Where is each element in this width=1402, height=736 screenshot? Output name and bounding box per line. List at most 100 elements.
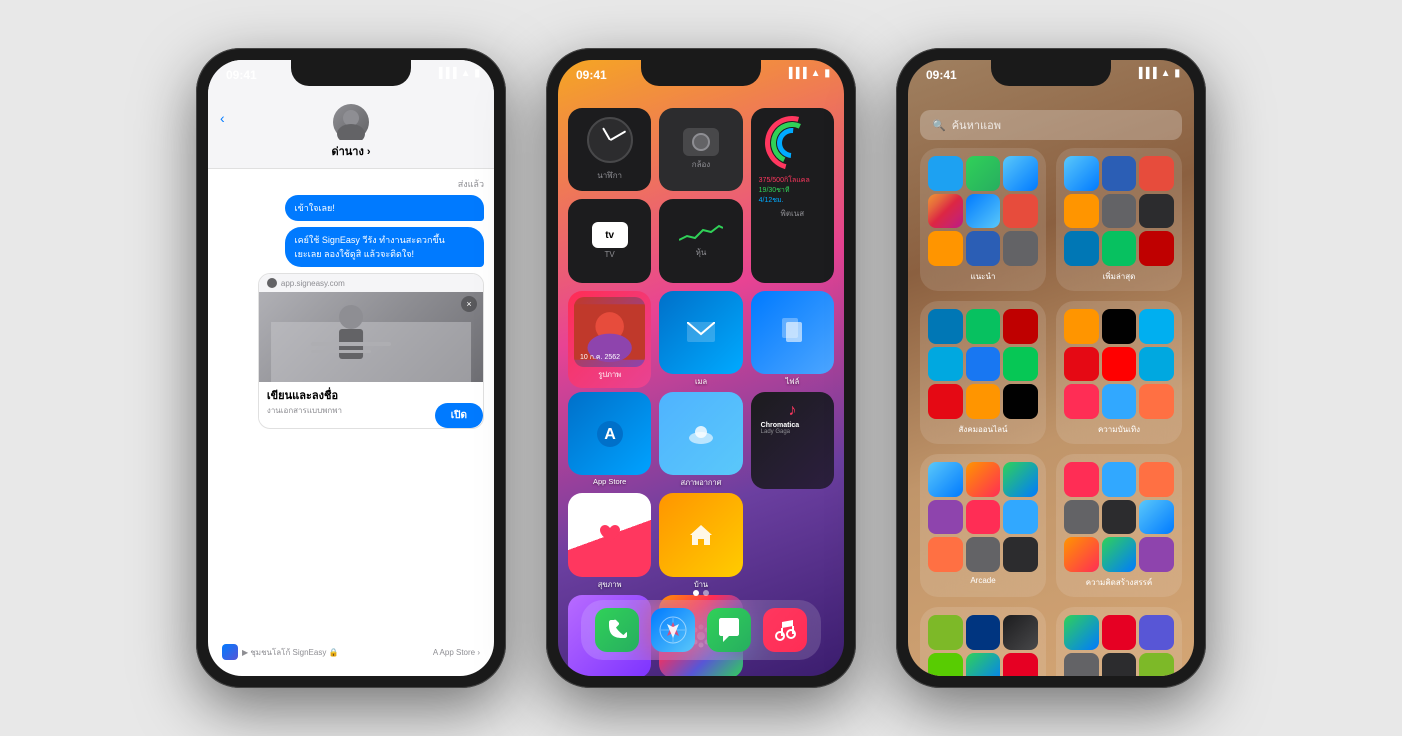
- search-bar[interactable]: 🔍 ค้นหาแอพ: [920, 110, 1182, 140]
- folder-entertainment[interactable]: ความบันเทิง: [1056, 301, 1182, 444]
- app-mini-panda2: [1139, 156, 1174, 191]
- home-label: บ้าน: [694, 579, 708, 591]
- music-widget[interactable]: ♪ Chromatica Lady Gaga: [751, 392, 834, 489]
- home-app[interactable]: บ้าน: [659, 493, 742, 590]
- app-mini-lr4: [1102, 384, 1137, 419]
- app-mini-pinterest7: [1003, 653, 1038, 676]
- contact-name: ด่านาง ›: [220, 142, 482, 160]
- phone-1: 09:41 ▐▐▐ ▲ ▮ ‹ ด่านาง › ส่งแล้ว เข้าใจเ…: [196, 48, 506, 688]
- dock-safari[interactable]: [651, 608, 695, 652]
- app-mini-messages: [966, 156, 1001, 191]
- folder-apps-6: [1064, 462, 1174, 572]
- search-placeholder: ค้นหาแอพ: [952, 116, 1001, 134]
- stocks-chart: [679, 222, 723, 244]
- exercise-stat: 19/30ชาที: [759, 186, 826, 196]
- app-mini-dark6: [1102, 500, 1137, 535]
- appstore-label: App Store: [593, 477, 626, 486]
- app-mini-dark8: [1102, 653, 1137, 676]
- phone-1-screen: 09:41 ▐▐▐ ▲ ▮ ‹ ด่านาง › ส่งแล้ว เข้าใจเ…: [208, 60, 494, 676]
- dot-1: [693, 590, 699, 596]
- wifi-icon-3: ▲: [1161, 68, 1171, 79]
- folder-name-3: สังคมออนไลน์: [928, 423, 1038, 436]
- folder-arcade[interactable]: Arcade: [920, 454, 1046, 597]
- dock-messages[interactable]: [707, 608, 751, 652]
- app-mini-maps7: [966, 653, 1001, 676]
- app-mini-line3: [1003, 347, 1038, 382]
- clock-widget[interactable]: นาฬิกา: [568, 108, 651, 191]
- status-time-1: 09:41: [226, 68, 257, 82]
- files-app[interactable]: ไฟล์: [751, 291, 834, 388]
- app-mini-dark2: [1139, 194, 1174, 229]
- tv-logo: tv: [592, 222, 628, 248]
- back-button[interactable]: ‹: [220, 110, 225, 126]
- app-mini-video5: [966, 500, 1001, 535]
- wifi-icon: ▲: [461, 68, 471, 79]
- weather-app[interactable]: สภาพอากาศ: [659, 392, 742, 489]
- fitness-widget[interactable]: 375/500กิโลแคล 19/30ชาที 4/12ชม. พิตเนส: [751, 108, 834, 283]
- app-mini-gray6: [1064, 500, 1099, 535]
- dock-phone[interactable]: [595, 608, 639, 652]
- phone-2: 09:41 ▐▐▐ ▲ ▮ นาฬิกา กล้อง: [546, 48, 856, 688]
- app-mini-maps8: [1064, 615, 1099, 650]
- app-mini-game2-5: [966, 462, 1001, 497]
- health-app[interactable]: สุขภาพ: [568, 493, 651, 590]
- appstore-link[interactable]: A App Store ›: [433, 648, 480, 657]
- app-grid-row2: 10 ก.ค. 2562 รูปภาพ เมล: [558, 283, 844, 388]
- app-mini-game4-5: [928, 500, 963, 535]
- mail-app[interactable]: เมล: [659, 291, 742, 388]
- folder-apps-3: [928, 309, 1038, 419]
- notch-1: [291, 60, 411, 86]
- app-mini-skype4: [1139, 309, 1174, 344]
- friends-date: 10 ก.ค. 2562: [580, 352, 620, 363]
- friends-widget[interactable]: 10 ก.ค. 2562 รูปภาพ: [568, 291, 651, 388]
- folder-recommended[interactable]: แนะนำ: [920, 148, 1046, 291]
- app-mini-instagram: [928, 194, 963, 229]
- battery-icon-2: ▮: [824, 68, 830, 79]
- app-mini-game3-5: [1003, 462, 1038, 497]
- app-mini-wave4: [1064, 309, 1099, 344]
- app-mini-wechat2: [1102, 231, 1137, 266]
- app-mini-tiktok3: [1003, 384, 1038, 419]
- folder-creative[interactable]: ความคิดสร้างสรรค์: [1056, 454, 1182, 597]
- folder-recent[interactable]: เพิ่มล่าสุด: [1056, 148, 1182, 291]
- home-icon: [659, 493, 742, 576]
- app-mini-ai5: [928, 537, 963, 572]
- fitness-rings: [759, 116, 826, 170]
- tv-widget[interactable]: tv TV: [568, 199, 651, 282]
- folder-7[interactable]: [920, 607, 1046, 676]
- app-mini-rakuten2: [1139, 231, 1174, 266]
- folder-social[interactable]: สังคมออนไลน์: [920, 301, 1046, 444]
- link-url: app.signeasy.com: [281, 279, 345, 288]
- app-mini-prime4: [1139, 347, 1174, 382]
- folder-8[interactable]: [1056, 607, 1182, 676]
- app-mini-ai6: [1139, 462, 1174, 497]
- folder-name-6: ความคิดสร้างสรรค์: [1064, 576, 1174, 589]
- search-icon: 🔍: [932, 119, 946, 132]
- appstore-app[interactable]: A App Store: [568, 392, 651, 489]
- app-mini-houzz8: [1139, 653, 1174, 676]
- notch-3: [991, 60, 1111, 86]
- empty-slot-1: [751, 493, 834, 590]
- app-mini-video4: [1064, 384, 1099, 419]
- app-mini-houzz7: [928, 615, 963, 650]
- contact-avatar: [333, 104, 369, 140]
- svg-text:A: A: [604, 426, 616, 443]
- app-mini-game3-6: [1102, 537, 1137, 572]
- status-time-3: 09:41: [926, 68, 957, 82]
- status-time-2: 09:41: [576, 68, 607, 82]
- app-mini-ai4: [1139, 384, 1174, 419]
- open-button[interactable]: เปิด: [435, 403, 483, 428]
- app-mini-game4-6: [1139, 537, 1174, 572]
- camera-widget[interactable]: กล้อง: [659, 108, 742, 191]
- files-label: ไฟล์: [785, 376, 799, 388]
- camera-icon: [683, 128, 719, 156]
- app-mini-netflix4: [1064, 347, 1099, 382]
- phone-2-screen: 09:41 ▐▐▐ ▲ ▮ นาฬิกา กล้อง: [558, 60, 844, 676]
- stocks-widget[interactable]: หุ้น: [659, 199, 742, 282]
- app-mini-prime3: [928, 347, 963, 382]
- dock-music[interactable]: [763, 608, 807, 652]
- app-link-card[interactable]: app.signeasy.com × เขียนและลงชื่อ: [258, 273, 484, 429]
- friends-photo: 10 ก.ค. 2562: [574, 297, 645, 367]
- app-mini-wechat3: [966, 309, 1001, 344]
- folder-name-2: เพิ่มล่าสุด: [1064, 270, 1174, 283]
